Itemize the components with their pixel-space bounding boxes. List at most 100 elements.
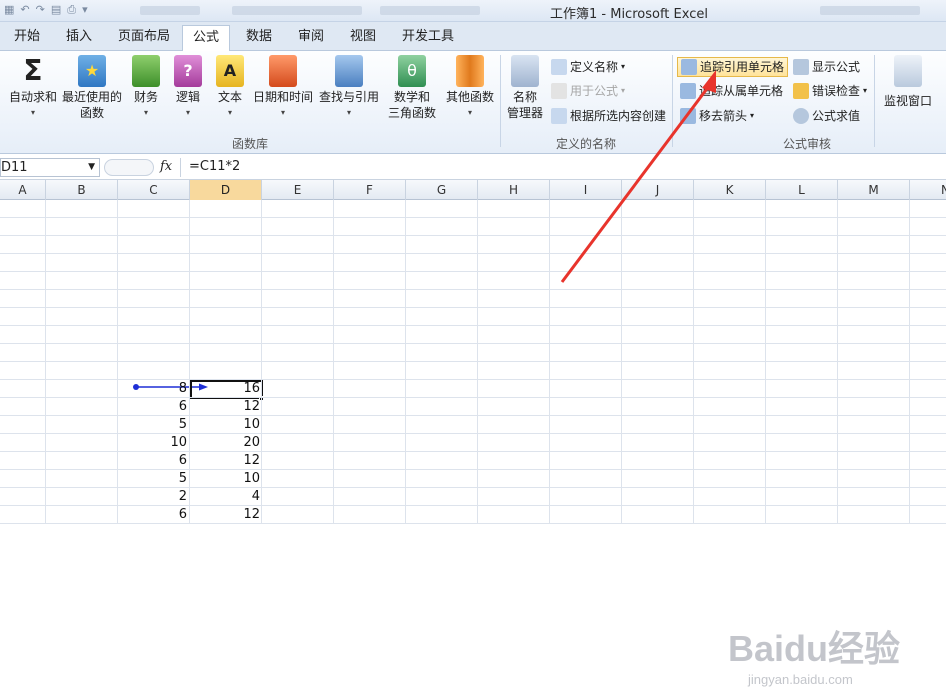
excel-logo-icon[interactable]: ▦ xyxy=(4,3,14,17)
star-book-icon: ★ xyxy=(78,55,106,87)
define-name-button[interactable]: 定义名称 ▾ xyxy=(548,57,628,77)
tab-home[interactable]: 开始 xyxy=(10,27,44,49)
chevron-down-icon: ▾ xyxy=(621,62,626,71)
cell-d[interactable]: 20 xyxy=(190,434,262,452)
use-in-formula-button[interactable]: 用于公式 ▾ xyxy=(548,81,628,101)
cell-c[interactable]: 2 xyxy=(118,488,189,506)
formula-bar: D11 ▼ fx =C11*2 xyxy=(0,155,946,180)
column-header-k[interactable]: K xyxy=(694,180,766,200)
worksheet-grid[interactable]: Baidu经验 jingyan.baidu.com 8 16 6 12 5 10 10 20 6… xyxy=(0,200,946,687)
recently-used-button[interactable]: ★ 最近使用的 函数 xyxy=(60,55,124,121)
remove-arrows-icon xyxy=(680,108,696,124)
column-header-h[interactable]: H xyxy=(478,180,550,200)
evaluate-formula-button[interactable]: 公式求值 xyxy=(790,106,863,126)
column-headers: ABCDEFGHIJKLMN xyxy=(0,180,946,200)
column-header-d[interactable]: D xyxy=(190,180,262,200)
column-header-j[interactable]: J xyxy=(622,180,694,200)
watch-window-icon xyxy=(894,55,922,87)
title-bar: ▦ ↶ ↷ ▤ ⎙ ▾ 工作簿1 - Microsoft Excel xyxy=(0,0,946,22)
remove-arrows-button[interactable]: 移去箭头 ▾ xyxy=(677,106,757,126)
autosum-button[interactable]: Σ 自动求和 ▾ xyxy=(6,55,60,121)
ribbon-tabs: 开始 插入 页面布局 公式 数据 审阅 视图 开发工具 xyxy=(0,22,946,51)
grid-hline xyxy=(0,307,946,308)
cell-c[interactable]: 5 xyxy=(118,470,189,488)
tab-developer[interactable]: 开发工具 xyxy=(398,27,458,49)
ribbon: Σ 自动求和 ▾ ★ 最近使用的 函数 财务 ▾ ? 逻辑 ▾ A 文本 ▾ 日… xyxy=(0,51,946,154)
tab-data[interactable]: 数据 xyxy=(242,27,276,49)
name-box[interactable]: D11 ▼ xyxy=(0,158,100,177)
lookup-reference-button[interactable]: 查找与引用 ▾ xyxy=(316,55,382,121)
column-header-n[interactable]: N xyxy=(910,180,946,200)
trace-precedents-button[interactable]: 追踪引用单元格 xyxy=(677,57,789,77)
fx-icon xyxy=(551,83,567,99)
evaluate-formula-icon xyxy=(793,108,809,124)
column-header-a[interactable]: A xyxy=(0,180,46,200)
chevron-down-icon: ▾ xyxy=(227,108,232,117)
chevron-down-icon: ▾ xyxy=(280,108,285,117)
logical-button[interactable]: ? 逻辑 ▾ xyxy=(170,55,206,121)
chevron-down-icon[interactable]: ▼ xyxy=(88,159,95,176)
formula-bar-splitter[interactable] xyxy=(104,159,154,176)
date-time-button[interactable]: 日期和时间 ▾ xyxy=(250,55,316,121)
cell-d[interactable]: 16 xyxy=(190,380,262,398)
chevron-down-icon: ▾ xyxy=(863,86,868,95)
blurred-taskbar-item xyxy=(140,6,200,15)
insert-function-icon[interactable]: fx xyxy=(160,159,172,174)
text-button[interactable]: A 文本 ▾ xyxy=(212,55,248,121)
watch-window-button[interactable]: 监视窗口 xyxy=(880,55,936,109)
window-title: 工作簿1 - Microsoft Excel xyxy=(550,7,708,22)
blurred-taskbar-item xyxy=(380,6,480,15)
show-formulas-button[interactable]: 显示公式 xyxy=(790,57,863,77)
create-from-selection-button[interactable]: 根据所选内容创建 xyxy=(548,106,669,126)
cell-d[interactable]: 12 xyxy=(190,506,262,524)
tab-insert[interactable]: 插入 xyxy=(62,27,96,49)
column-header-f[interactable]: F xyxy=(334,180,406,200)
print-preview-icon[interactable]: ⎙ xyxy=(67,3,76,17)
cell-d[interactable]: 10 xyxy=(190,416,262,434)
group-separator xyxy=(672,55,673,147)
column-header-l[interactable]: L xyxy=(766,180,838,200)
cell-c[interactable]: 6 xyxy=(118,398,189,416)
more-functions-button[interactable]: 其他函数 ▾ xyxy=(442,55,498,121)
financial-button[interactable]: 财务 ▾ xyxy=(128,55,164,121)
cell-c[interactable]: 10 xyxy=(118,434,189,452)
finance-book-icon xyxy=(132,55,160,87)
column-header-c[interactable]: C xyxy=(118,180,190,200)
name-manager-button[interactable]: 名称 管理器 xyxy=(504,55,546,121)
cell-c[interactable]: 6 xyxy=(118,506,189,524)
column-header-m[interactable]: M xyxy=(838,180,910,200)
column-header-i[interactable]: I xyxy=(550,180,622,200)
cell-d[interactable]: 4 xyxy=(190,488,262,506)
blurred-taskbar-item xyxy=(820,6,920,15)
column-header-b[interactable]: B xyxy=(46,180,118,200)
customize-qat-icon[interactable]: ▾ xyxy=(82,3,88,17)
grid-hline xyxy=(0,217,946,218)
tab-view[interactable]: 视图 xyxy=(346,27,380,49)
column-header-e[interactable]: E xyxy=(262,180,334,200)
undo-icon[interactable]: ↶ xyxy=(20,3,29,17)
math-trig-button[interactable]: θ 数学和 三角函数 xyxy=(382,55,442,121)
column-header-g[interactable]: G xyxy=(406,180,478,200)
cell-c[interactable]: 6 xyxy=(118,452,189,470)
tab-page-layout[interactable]: 页面布局 xyxy=(114,27,174,49)
tab-review[interactable]: 审阅 xyxy=(294,27,328,49)
cell-d[interactable]: 12 xyxy=(190,398,262,416)
redo-icon[interactable]: ↷ xyxy=(36,3,45,17)
trace-dependents-button[interactable]: 追踪从属单元格 xyxy=(677,81,786,101)
formula-input[interactable]: =C11*2 xyxy=(180,158,946,177)
error-checking-button[interactable]: 错误检查 ▾ xyxy=(790,81,870,101)
theta-book-icon: θ xyxy=(398,55,426,87)
cell-c[interactable]: 5 xyxy=(118,416,189,434)
grid-hline xyxy=(0,325,946,326)
blurred-taskbar-item xyxy=(232,6,362,15)
save-icon[interactable]: ▤ xyxy=(51,3,61,17)
tab-formulas[interactable]: 公式 xyxy=(182,25,231,51)
cell-d[interactable]: 10 xyxy=(190,470,262,488)
cell-c[interactable]: 8 xyxy=(118,380,189,398)
chevron-down-icon: ▾ xyxy=(143,108,148,117)
group-label-function-library: 函数库 xyxy=(231,137,268,151)
grid-hline xyxy=(0,235,946,236)
cell-d[interactable]: 12 xyxy=(190,452,262,470)
grid-hline xyxy=(0,361,946,362)
question-book-icon: ? xyxy=(174,55,202,87)
